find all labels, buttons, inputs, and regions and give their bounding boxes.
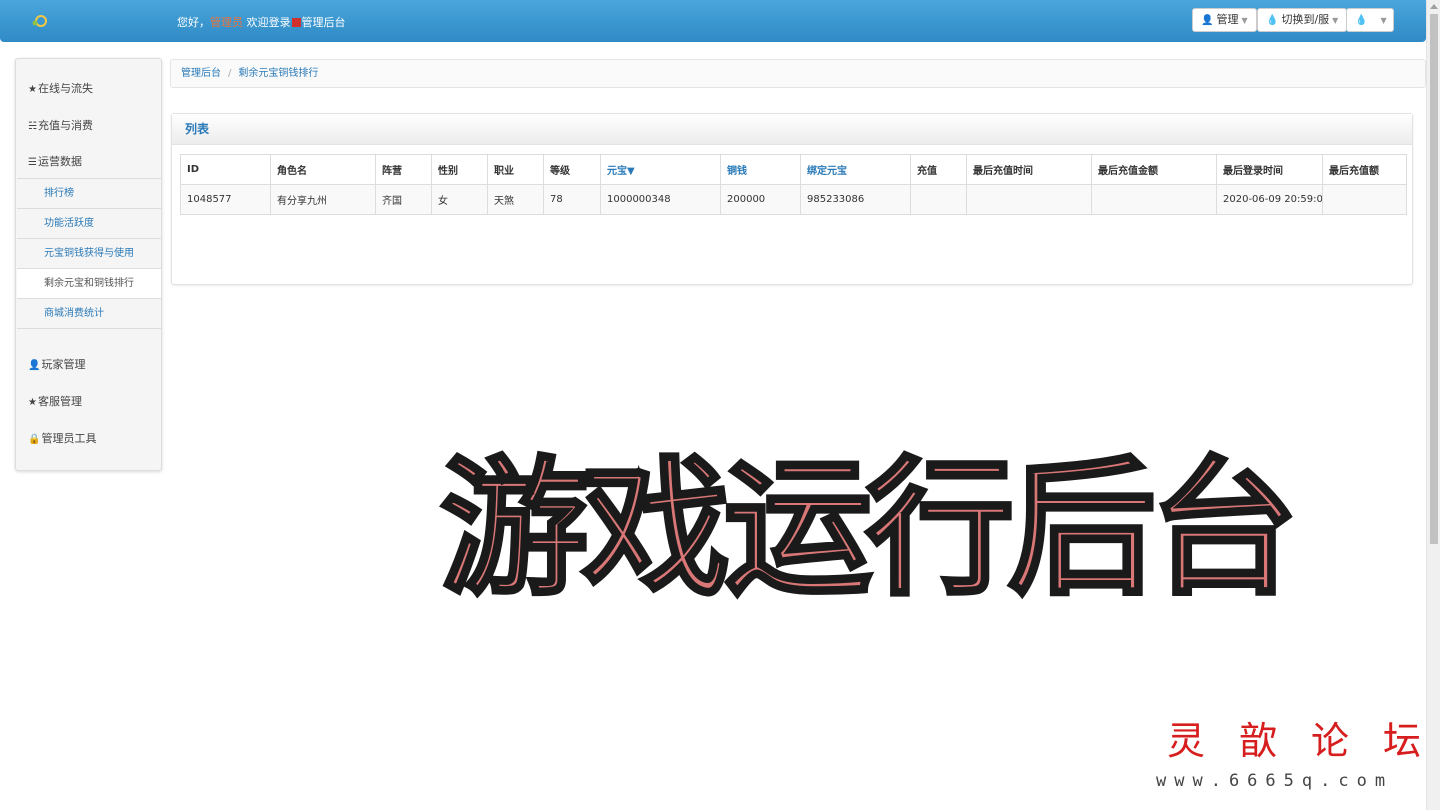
caret-down-icon: ▼	[1380, 16, 1387, 25]
cell-last-recharge-time	[966, 184, 1092, 215]
caret-down-icon: ▼	[1241, 16, 1248, 25]
col-role-name: 角色名	[270, 154, 376, 185]
col-level: 等级	[543, 154, 601, 185]
cell-role-name: 有分享九州	[270, 184, 376, 215]
watermark-site-url: www.6665q.com	[1156, 771, 1394, 791]
list-icon: ☰	[28, 157, 37, 168]
col-faction: 阵营	[375, 154, 432, 185]
col-recharge: 充值	[910, 154, 967, 185]
table-row[interactable]: 1048577 有分享九州 齐国 女 天煞 78 1000000348 2000…	[180, 184, 1407, 215]
col-copper-sort[interactable]: 铜钱	[720, 154, 801, 185]
greeting-prefix: 您好，	[177, 16, 210, 29]
droplet-icon: 💧	[1266, 15, 1279, 26]
cart-icon: ☵	[28, 121, 37, 132]
list-panel: 列表 ID 角色名 阵营 性别 职业 等级 元宝▼ 铜钱 绑定元宝 充值 最后充…	[171, 113, 1413, 285]
col-bound-yuanbao-sort[interactable]: 绑定元宝	[800, 154, 911, 185]
logo-icon[interactable]	[30, 11, 48, 29]
subnav-remaining-ranking[interactable]: 剩余元宝和铜钱排行	[17, 269, 161, 299]
col-yuanbao-sort[interactable]: 元宝▼	[600, 154, 721, 185]
sidebar-item-online-churn[interactable]: ★在线与流失	[28, 80, 93, 96]
username: 管理员	[210, 16, 243, 29]
sidebar-item-players[interactable]: 👤玩家管理	[28, 356, 85, 372]
cell-bound-yuanbao: 985233086	[800, 184, 911, 215]
subnav-shop-stats[interactable]: 商城消费统计	[17, 299, 161, 329]
subnav-currency-usage[interactable]: 元宝铜钱获得与使用	[17, 239, 161, 269]
overlay-title: 游戏运行后台	[438, 443, 1300, 615]
breadcrumb: 管理后台 / 剩余元宝铜钱排行	[170, 59, 1426, 88]
flag-icon	[291, 18, 301, 27]
sidebar-subnav: 排行榜 功能活跃度 元宝铜钱获得与使用 剩余元宝和铜钱排行 商城消费统计	[17, 178, 161, 329]
col-gender: 性别	[431, 154, 488, 185]
greeting: 您好，管理员 欢迎登录 管理后台	[177, 14, 346, 30]
person-icon: ★	[28, 84, 37, 95]
subnav-feature-activity[interactable]: 功能活跃度	[17, 209, 161, 239]
user-icon: 👤	[1201, 15, 1214, 26]
breadcrumb-home[interactable]: 管理后台	[181, 68, 221, 79]
table-header-row: ID 角色名 阵营 性别 职业 等级 元宝▼ 铜钱 绑定元宝 充值 最后充值时间…	[180, 154, 1407, 185]
panel-title: 列表	[172, 114, 1412, 145]
user-icon: 👤	[28, 360, 41, 371]
star-icon: ★	[28, 397, 37, 408]
cell-last-recharge-amount	[1091, 184, 1217, 215]
cell-recharge	[910, 184, 967, 215]
scroll-thumb[interactable]	[1430, 14, 1438, 544]
cell-level: 78	[543, 184, 601, 215]
top-navbar: 您好，管理员 欢迎登录 管理后台 👤 管理 ▼ 💧 切换到/服 ▼ 💧 ▼	[0, 0, 1426, 42]
scroll-up-icon[interactable]	[1430, 4, 1438, 9]
page-scrollbar[interactable]	[1426, 0, 1440, 810]
cell-copper: 200000	[720, 184, 801, 215]
col-last-recharge-amount: 最后充值金额	[1091, 154, 1217, 185]
cell-faction: 齐国	[375, 184, 432, 215]
cell-gender: 女	[431, 184, 488, 215]
switch-server-button[interactable]: 💧 切换到/服 ▼	[1257, 8, 1348, 32]
caret-down-icon: ▼	[1332, 16, 1339, 25]
subnav-ranking[interactable]: 排行榜	[17, 179, 161, 209]
col-last-login-time: 最后登录时间	[1216, 154, 1323, 185]
cell-yuanbao: 1000000348	[600, 184, 721, 215]
greeting-suffix: 欢迎登录	[246, 16, 291, 29]
col-id: ID	[180, 154, 271, 185]
cell-id: 1048577	[180, 184, 271, 215]
sidebar-item-recharge[interactable]: ☵充值与消费	[28, 117, 93, 133]
lock-icon: 🔒	[28, 434, 41, 445]
breadcrumb-separator: /	[228, 68, 232, 79]
col-class: 职业	[487, 154, 544, 185]
watermark-site-name: 灵歆论坛	[1167, 719, 1440, 763]
col-last-recharge-value: 最后充值额	[1322, 154, 1407, 185]
col-last-recharge-time: 最后充值时间	[966, 154, 1092, 185]
sidebar: ★在线与流失 ☵充值与消费 ☰运营数据 排行榜 功能活跃度 元宝铜钱获得与使用 …	[15, 58, 162, 471]
droplet-icon: 💧	[1355, 15, 1368, 26]
breadcrumb-current[interactable]: 剩余元宝铜钱排行	[238, 68, 318, 79]
cell-class: 天煞	[487, 184, 544, 215]
system-name: 管理后台	[301, 16, 346, 29]
sidebar-item-admin-tools[interactable]: 🔒管理员工具	[28, 430, 96, 446]
cell-last-recharge-value	[1322, 184, 1407, 215]
ranking-table: ID 角色名 阵营 性别 职业 等级 元宝▼ 铜钱 绑定元宝 充值 最后充值时间…	[180, 154, 1407, 215]
sidebar-item-support[interactable]: ★客服管理	[28, 393, 82, 409]
cell-last-login-time: 2020-06-09 20:59:01	[1216, 184, 1323, 215]
theme-button[interactable]: 💧 ▼	[1346, 8, 1394, 32]
sidebar-item-operations[interactable]: ☰运营数据	[28, 153, 82, 169]
admin-menu-button[interactable]: 👤 管理 ▼	[1192, 8, 1257, 32]
